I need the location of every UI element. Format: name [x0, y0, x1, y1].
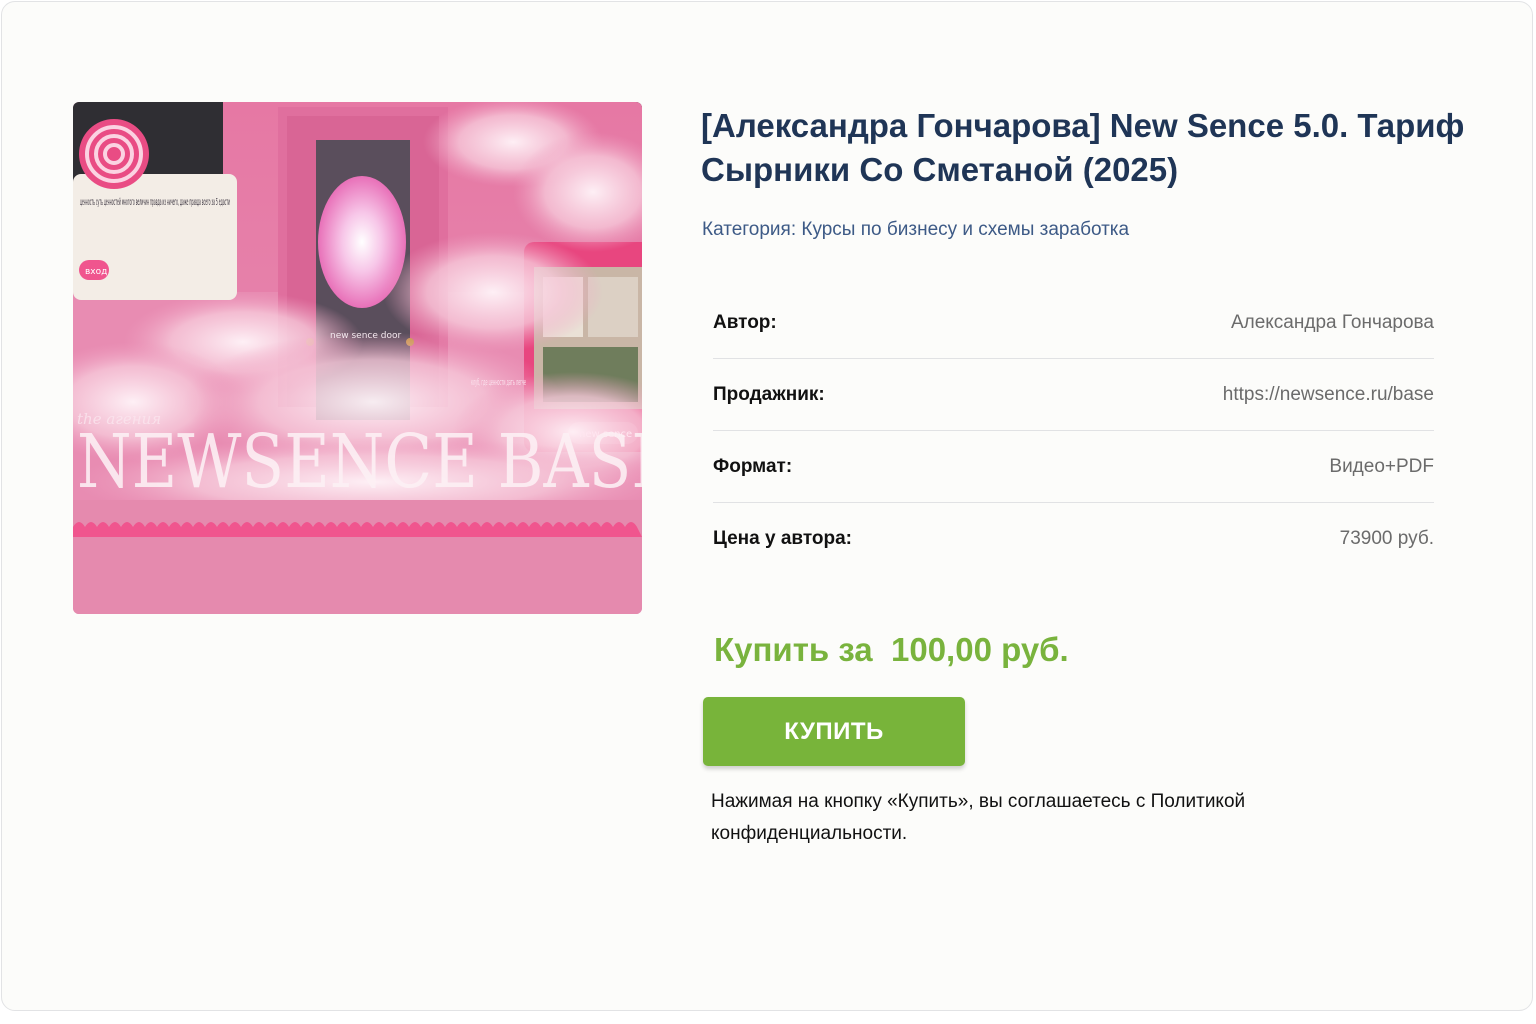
image-card-text: ценность суть ценностей многого величин … [80, 197, 230, 208]
detail-row-sales-page: Продажник: https://newsence.ru/base [713, 359, 1434, 431]
buy-button[interactable]: КУПИТЬ [703, 697, 965, 766]
detail-value: https://newsence.ru/base [1222, 383, 1434, 405]
image-big-text: NEWSENCE BASE [77, 419, 642, 505]
product-category: Категория: Курсы по бизнесу и схемы зара… [702, 219, 1130, 240]
detail-label: Автор: [713, 311, 777, 333]
page-frame: ценность суть ценностей многого величин … [1, 1, 1533, 1011]
product-details-table: Автор: Александра Гончарова Продажник: h… [713, 287, 1434, 575]
detail-value: Александра Гончарова [1230, 311, 1434, 333]
privacy-policy-note: Нажимая на кнопку «Купить», вы соглашает… [711, 791, 1246, 844]
detail-value: 73900 руб. [1339, 528, 1434, 549]
detail-row-author: Автор: Александра Гончарова [713, 287, 1434, 359]
price-text: Купить за 100,00 руб. [714, 631, 1069, 668]
detail-row-format: Формат: Видео+PDF [713, 431, 1434, 503]
detail-label: Цена у автора: [713, 528, 853, 549]
image-card-button: вход [85, 267, 107, 277]
image-door-label: new sence door [330, 331, 401, 341]
detail-label: Продажник: [713, 383, 825, 405]
detail-row-author-price: Цена у автора: 73900 руб. [713, 503, 1434, 575]
product-image: ценность суть ценностей многого величин … [73, 102, 642, 614]
image-side-text: клуб, где ценности дать легче [471, 378, 526, 388]
product-title: [Александра Гончарова] New Sence 5.0. Та… [701, 107, 1465, 188]
detail-label: Формат: [713, 455, 793, 477]
detail-value: Видео+PDF [1329, 455, 1434, 477]
